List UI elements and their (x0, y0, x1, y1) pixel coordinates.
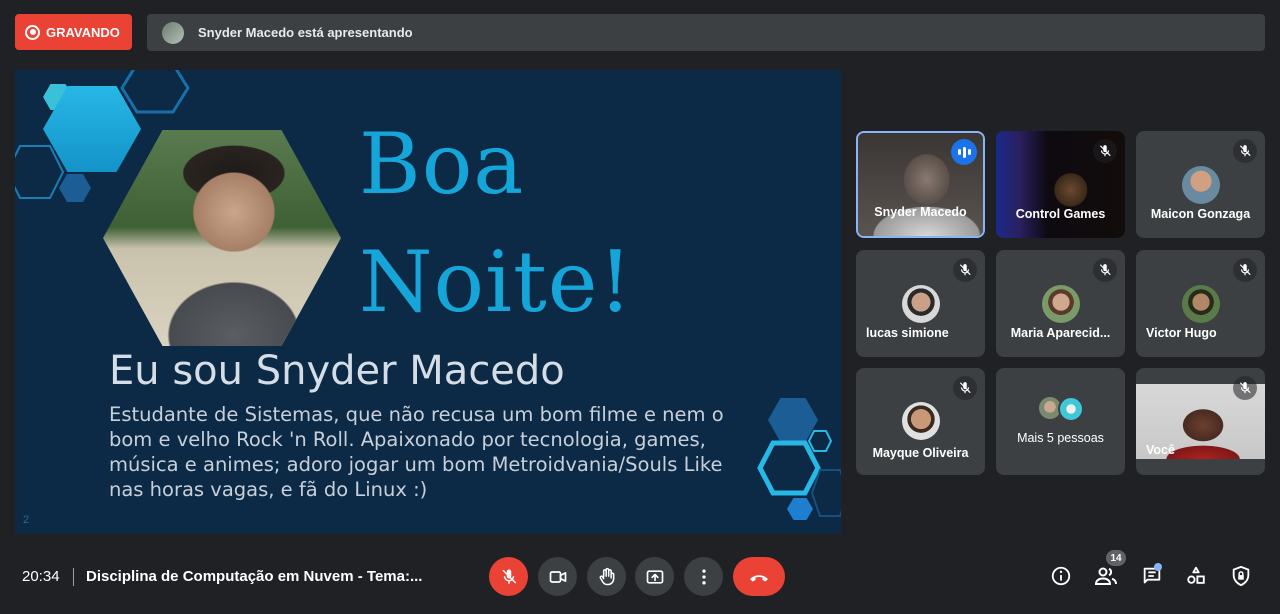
meeting-clock: 20:34 (22, 568, 60, 585)
decor-hexagon (810, 469, 841, 517)
raise-hand-button[interactable] (587, 557, 626, 596)
recording-label: GRAVANDO (46, 24, 120, 40)
participant-avatar (1181, 166, 1220, 204)
mic-off-icon (1233, 139, 1257, 163)
slide-bio: Estudante de Sistemas, que não recusa um… (109, 403, 724, 501)
presenting-banner: Snyder Macedo está apresentando (147, 14, 1265, 51)
presenter-avatar (162, 21, 184, 44)
participant-avatar (901, 285, 940, 323)
host-controls-button[interactable] (1228, 563, 1254, 589)
participant-avatar (1058, 396, 1084, 422)
participant-name: Maicon Gonzaga (1150, 207, 1251, 221)
participant-tile-victor[interactable]: Victor Hugo (1136, 250, 1265, 357)
participant-name: Victor Hugo (1146, 326, 1217, 340)
participant-tile-control-games[interactable]: Control Games (996, 131, 1125, 238)
present-screen-button[interactable] (635, 557, 674, 596)
participant-tile-mayque[interactable]: Mayque Oliveira (856, 368, 985, 475)
participant-name: Control Games (1015, 207, 1106, 221)
speaking-indicator-icon (951, 139, 977, 165)
chat-notification-dot (1154, 563, 1162, 571)
camera-toggle-button[interactable] (538, 557, 577, 596)
record-icon (25, 24, 40, 40)
people-button[interactable] (1093, 563, 1119, 589)
slide-page-number: 2 (23, 514, 30, 526)
participant-avatar (1041, 285, 1080, 323)
hang-up-icon (750, 574, 768, 581)
participant-name: lucas simione (866, 326, 949, 340)
mic-off-icon (1093, 258, 1117, 282)
activities-button[interactable] (1183, 563, 1209, 589)
participant-tile-maicon[interactable]: Maicon Gonzaga (1136, 131, 1265, 238)
more-options-icon (701, 569, 706, 584)
participant-name: Mais 5 pessoas (1017, 431, 1104, 445)
recording-indicator[interactable]: GRAVANDO (15, 14, 132, 50)
presentation-slide: Boa Noite! Eu sou Snyder Macedo Estudant… (15, 70, 841, 534)
decor-hexagon (120, 70, 190, 114)
decor-hexagon (15, 145, 65, 199)
presenting-text: Snyder Macedo está apresentando (198, 25, 413, 40)
participant-name: Maria Aparecid... (1010, 326, 1111, 340)
mic-off-icon (1233, 258, 1257, 282)
participant-tile-you[interactable]: Você (1136, 368, 1265, 475)
host-controls-icon (1232, 565, 1250, 587)
raise-hand-icon (599, 567, 614, 585)
mic-off-icon (953, 376, 977, 400)
participant-tile-maria[interactable]: Maria Aparecid... (996, 250, 1125, 357)
info-icon (1051, 566, 1071, 586)
participant-name: Snyder Macedo (874, 205, 967, 219)
present-icon (646, 569, 663, 584)
meeting-title[interactable]: Disciplina de Computação em Nuvem - Tema… (86, 568, 422, 585)
participant-name: Mayque Oliveira (872, 446, 969, 460)
slide-headline: Eu sou Snyder Macedo (109, 348, 565, 394)
activities-icon (1187, 566, 1205, 584)
mic-off-icon (501, 569, 516, 584)
participant-avatar (901, 402, 940, 440)
mic-off-icon (953, 258, 977, 282)
meeting-details-button[interactable] (1048, 563, 1074, 589)
mic-off-icon (1093, 139, 1117, 163)
presenter-photo (103, 130, 341, 346)
leave-call-button[interactable] (733, 557, 785, 596)
participant-avatar (1181, 285, 1220, 323)
greeting-line-2: Noite! (359, 233, 634, 331)
mic-off-icon (1233, 376, 1257, 400)
microphone-toggle-button[interactable] (489, 557, 528, 596)
people-icon (1094, 567, 1117, 585)
participant-tile-snyder[interactable]: Snyder Macedo (856, 131, 985, 238)
more-options-button[interactable] (684, 557, 723, 596)
participants-count-badge: 14 (1106, 550, 1126, 566)
participant-tile-lucas[interactable]: lucas simione (856, 250, 985, 357)
participant-tile-more[interactable]: Mais 5 pessoas (996, 368, 1125, 475)
camera-icon (549, 570, 566, 583)
participant-name: Você (1146, 443, 1175, 457)
divider (73, 568, 74, 586)
greeting-line-1: Boa (359, 115, 525, 213)
